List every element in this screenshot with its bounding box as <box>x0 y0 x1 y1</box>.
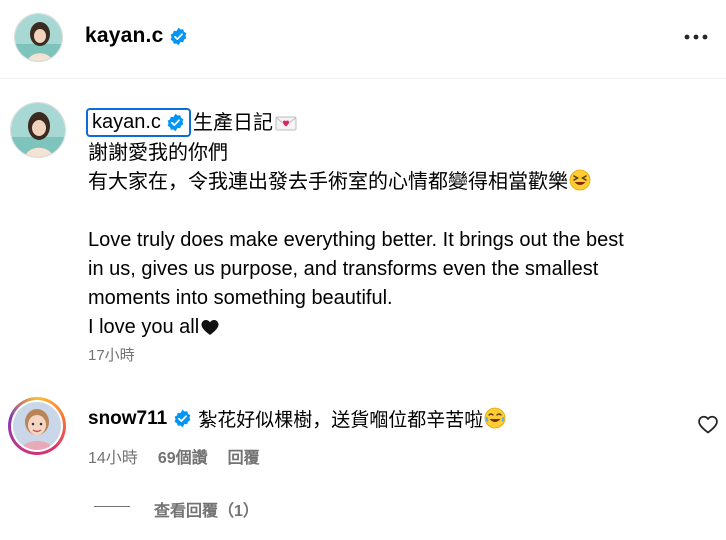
header-avatar[interactable] <box>14 13 63 62</box>
caption-username-link[interactable]: kayan.c <box>86 108 191 137</box>
view-replies-line <box>94 506 130 507</box>
caption-line: Love truly does make everything better. … <box>88 229 624 251</box>
caption-timestamp[interactable]: 17小時 <box>88 344 135 365</box>
verified-badge-icon <box>167 113 184 132</box>
verified-badge-icon <box>174 409 191 428</box>
comment-avatar-inner <box>11 400 63 452</box>
caption-line-text: 有大家在，令我連出發去手術室的心情都變得相當歡樂 <box>88 171 568 193</box>
caption-body: 謝謝愛我的你們 有大家在，令我連出發去手術室的心情都變得相當歡樂 Love tr… <box>88 139 624 342</box>
caption-line-with-heart: I love you all <box>88 313 624 342</box>
comment-reply-button[interactable]: 回覆 <box>228 444 260 468</box>
caption-line: in us, gives us purpose, and transforms … <box>88 258 599 280</box>
comment-text: 紮花好似棵樹，送貨嗰位都辛苦啦 <box>198 405 506 432</box>
caption-title: 生產日記 <box>193 111 297 135</box>
comment-timestamp[interactable]: 14小時 <box>88 444 138 468</box>
comment-meta: 14小時 69個讚 回覆 <box>88 444 260 468</box>
header-user[interactable]: kayan.c <box>85 24 188 48</box>
caption-title-text: 生產日記 <box>193 112 273 134</box>
comment-username[interactable]: snow711 <box>88 408 167 430</box>
more-options-icon[interactable] <box>683 26 709 48</box>
caption-line-text: I love you all <box>88 316 200 338</box>
view-replies-button[interactable]: 查看回覆（1） <box>154 497 259 521</box>
laughing-face-icon <box>569 169 591 191</box>
tears-of-joy-icon <box>484 407 506 429</box>
caption-line: 謝謝愛我的你們 <box>88 142 228 164</box>
header-username[interactable]: kayan.c <box>85 24 163 48</box>
caption-username[interactable]: kayan.c <box>92 111 161 134</box>
comment-avatar <box>13 402 61 450</box>
caption-line: moments into something beautiful. <box>88 287 393 309</box>
verified-badge-icon <box>171 27 187 45</box>
love-letter-icon <box>275 116 297 131</box>
caption-line-with-emoji: 有大家在，令我連出發去手術室的心情都變得相當歡樂 <box>88 168 624 197</box>
comment-text-content: 紮花好似棵樹，送貨嗰位都辛苦啦 <box>198 410 484 431</box>
comment-avatar-story-ring[interactable] <box>8 397 66 455</box>
header-divider <box>0 78 726 79</box>
comment-row: snow711 紮花好似棵樹，送貨嗰位都辛苦啦 <box>88 405 506 432</box>
comment-likes-count[interactable]: 69個讚 <box>158 444 208 468</box>
comment-like-heart-icon[interactable] <box>697 414 719 434</box>
caption-avatar[interactable] <box>10 102 66 158</box>
black-heart-icon <box>201 320 219 335</box>
